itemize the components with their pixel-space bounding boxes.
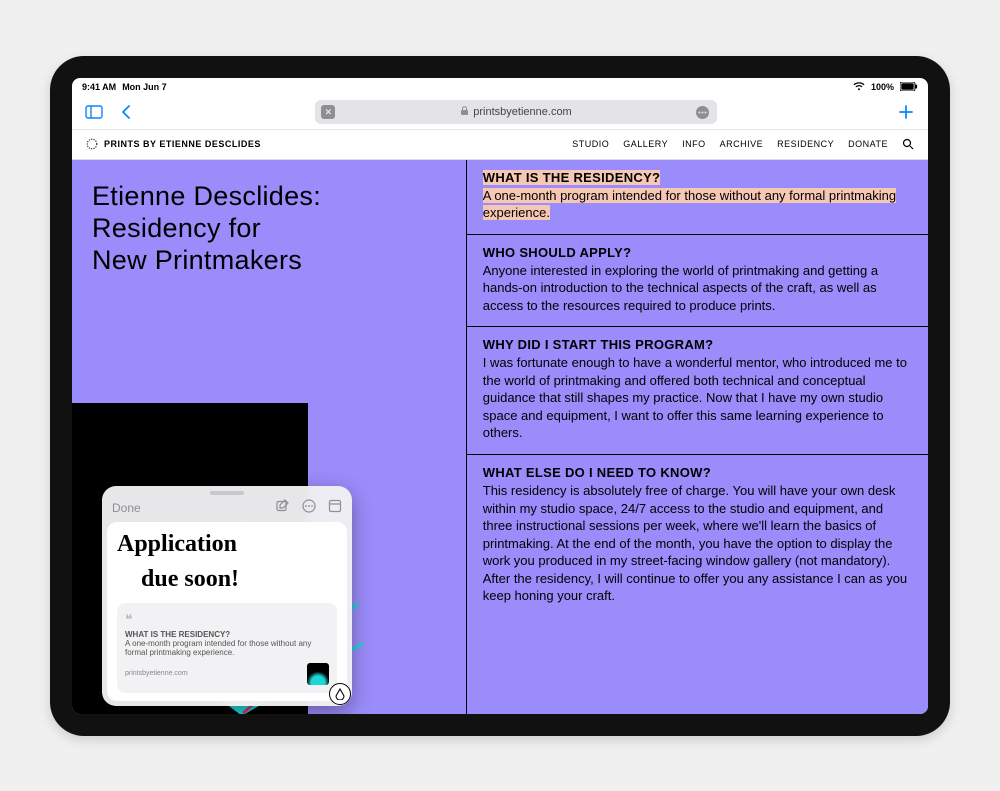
faq-item: WHAT ELSE DO I NEED TO KNOW? This reside… — [467, 455, 928, 617]
site-brand-text: PRINTS BY ETIENNE DESCLIDES — [104, 139, 261, 149]
page-content: Etienne Desclides: Residency for New Pri… — [72, 160, 928, 714]
handwriting-line-1: Application — [117, 532, 337, 557]
faq-answer: This residency is absolutely free of cha… — [483, 482, 908, 605]
faq-question: WHAT IS THE RESIDENCY? — [483, 170, 661, 185]
compose-icon[interactable] — [276, 499, 290, 516]
new-tab-button[interactable] — [894, 100, 918, 124]
nav-link-info[interactable]: INFO — [682, 139, 706, 149]
faq-item: WHY DID I START THIS PROGRAM? I was fort… — [467, 327, 928, 455]
url-text: printsbyetienne.com — [473, 106, 571, 118]
faq-answer: Anyone interested in exploring the world… — [483, 262, 908, 315]
quick-note-header: Done — [102, 495, 352, 522]
quote-icon: ❝ — [125, 611, 329, 628]
link-card-body: A one-month program intended for those w… — [125, 639, 329, 657]
link-card-title: WHAT IS THE RESIDENCY? — [125, 630, 329, 639]
faq-column: WHAT IS THE RESIDENCY? A one-month progr… — [466, 160, 928, 714]
nav-link-donate[interactable]: DONATE — [848, 139, 888, 149]
faq-question: WHY DID I START THIS PROGRAM? — [483, 337, 908, 352]
safari-toolbar: ✕ printsbyetienne.com — [72, 96, 928, 130]
page-headline: Etienne Desclides: Residency for New Pri… — [92, 180, 446, 277]
faq-item: WHO SHOULD APPLY? Anyone interested in e… — [467, 235, 928, 328]
faq-question: WHO SHOULD APPLY? — [483, 245, 908, 260]
nav-links: STUDIO GALLERY INFO ARCHIVE RESIDENCY DO… — [572, 138, 914, 150]
faq-question: WHAT ELSE DO I NEED TO KNOW? — [483, 465, 908, 480]
faq-answer: A one-month program intended for those w… — [483, 188, 896, 221]
back-button[interactable] — [114, 100, 138, 124]
left-column: Etienne Desclides: Residency for New Pri… — [72, 160, 466, 714]
faq-item: WHAT IS THE RESIDENCY? A one-month progr… — [467, 160, 928, 235]
battery-icon — [900, 82, 918, 91]
wifi-icon — [853, 82, 865, 91]
sidebar-toggle-button[interactable] — [82, 100, 106, 124]
quick-note-done-button[interactable]: Done — [112, 501, 141, 515]
site-logo[interactable]: PRINTS BY ETIENNE DESCLIDES — [86, 138, 261, 150]
more-icon[interactable] — [302, 499, 316, 516]
nav-link-gallery[interactable]: GALLERY — [623, 139, 668, 149]
status-time: 9:41 AM — [82, 82, 116, 92]
gear-icon — [86, 138, 98, 150]
quick-note-window[interactable]: Done Application due soon! ❝ WHAT IS THE… — [102, 486, 352, 705]
status-battery-pct: 100% — [871, 82, 894, 92]
ipad-device-frame: 9:41 AM Mon Jun 7 100% — [50, 56, 950, 736]
markup-tool-icon[interactable] — [329, 683, 351, 705]
address-bar[interactable]: ✕ printsbyetienne.com — [315, 100, 716, 124]
lock-icon — [460, 106, 469, 119]
nav-link-studio[interactable]: STUDIO — [572, 139, 609, 149]
ipad-screen: 9:41 AM Mon Jun 7 100% — [72, 78, 928, 714]
quick-note-link-card[interactable]: ❝ WHAT IS THE RESIDENCY? A one-month pro… — [117, 603, 337, 693]
stop-reload-icon[interactable]: ✕ — [321, 105, 335, 119]
status-bar: 9:41 AM Mon Jun 7 100% — [72, 78, 928, 96]
grid-icon[interactable] — [328, 499, 342, 516]
link-card-thumbnail — [307, 663, 329, 685]
link-card-source: printsbyetienne.com — [125, 670, 188, 677]
nav-link-residency[interactable]: RESIDENCY — [777, 139, 834, 149]
page-settings-icon[interactable] — [695, 104, 711, 120]
website-navbar: PRINTS BY ETIENNE DESCLIDES STUDIO GALLE… — [72, 130, 928, 160]
faq-answer: I was fortunate enough to have a wonderf… — [483, 354, 908, 442]
handwriting-line-2: due soon! — [141, 567, 337, 592]
search-icon[interactable] — [902, 138, 914, 150]
nav-link-archive[interactable]: ARCHIVE — [720, 139, 764, 149]
status-date: Mon Jun 7 — [122, 82, 167, 92]
quick-note-body[interactable]: Application due soon! ❝ WHAT IS THE RESI… — [107, 522, 347, 700]
